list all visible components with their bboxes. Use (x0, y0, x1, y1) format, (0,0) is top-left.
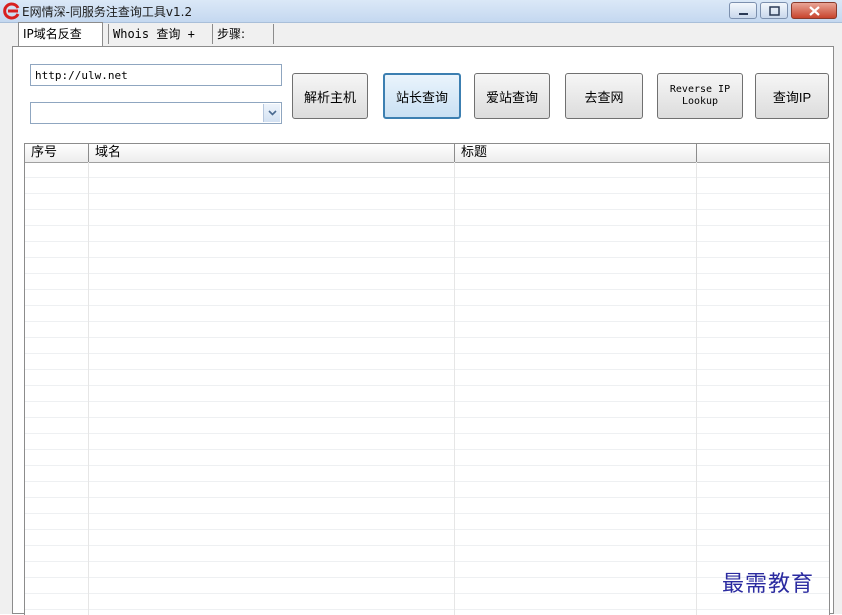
reverse-ip-lookup-button[interactable]: Reverse IP Lookup (657, 73, 743, 119)
grid-divider (454, 162, 455, 615)
results-table[interactable]: 序号 域名 标题 (24, 143, 830, 615)
app-window: E网情深-同服务注查询工具v1.2 IP域名反查 Whois 查询 + 步骤: (0, 0, 842, 615)
table-header: 序号 域名 标题 (25, 144, 829, 163)
chinaz-query-button[interactable]: 站长查询 (383, 73, 461, 119)
maximize-button[interactable] (760, 2, 788, 19)
column-header-domain[interactable]: 域名 (89, 144, 455, 162)
go-query-button[interactable]: 去查网 (565, 73, 643, 119)
title-bar: E网情深-同服务注查询工具v1.2 (0, 0, 842, 23)
tab-whois[interactable]: Whois 查询 + (108, 24, 208, 44)
app-logo-icon (3, 2, 20, 20)
grid-divider (696, 162, 697, 615)
window-title: E网情深-同服务注查询工具v1.2 (22, 5, 193, 19)
url-input[interactable] (30, 64, 282, 86)
combo-dropdown-button[interactable] (263, 104, 280, 122)
tab-ip-reverse[interactable]: IP域名反查 (18, 22, 103, 46)
column-header-title[interactable]: 标题 (455, 144, 697, 162)
history-combo[interactable] (30, 102, 282, 124)
grid-divider (88, 162, 89, 615)
column-header-extra[interactable] (697, 144, 829, 162)
maximize-icon (769, 6, 780, 16)
query-ip-button[interactable]: 查询IP (755, 73, 829, 119)
chevron-down-icon (268, 110, 277, 116)
minimize-button[interactable] (729, 2, 757, 19)
tab-panel: 解析主机 站长查询 爱站查询 去查网 Reverse IP Lookup 查询I… (12, 46, 834, 615)
column-header-index[interactable]: 序号 (25, 144, 89, 162)
watermark-text: 最需教育 (722, 572, 815, 597)
aizhan-query-button[interactable]: 爱站查询 (474, 73, 550, 119)
reverse-ip-label-line1: Reverse IP (669, 84, 731, 95)
resolve-host-button[interactable]: 解析主机 (292, 73, 368, 119)
minimize-icon (739, 13, 748, 15)
close-icon (809, 6, 820, 16)
tab-steps[interactable]: 步骤: (212, 24, 274, 44)
table-body[interactable] (25, 162, 829, 615)
close-button[interactable] (791, 2, 837, 19)
tab-strip: IP域名反查 Whois 查询 + 步骤: (0, 22, 842, 48)
reverse-ip-label-line2: Lookup (681, 96, 719, 107)
